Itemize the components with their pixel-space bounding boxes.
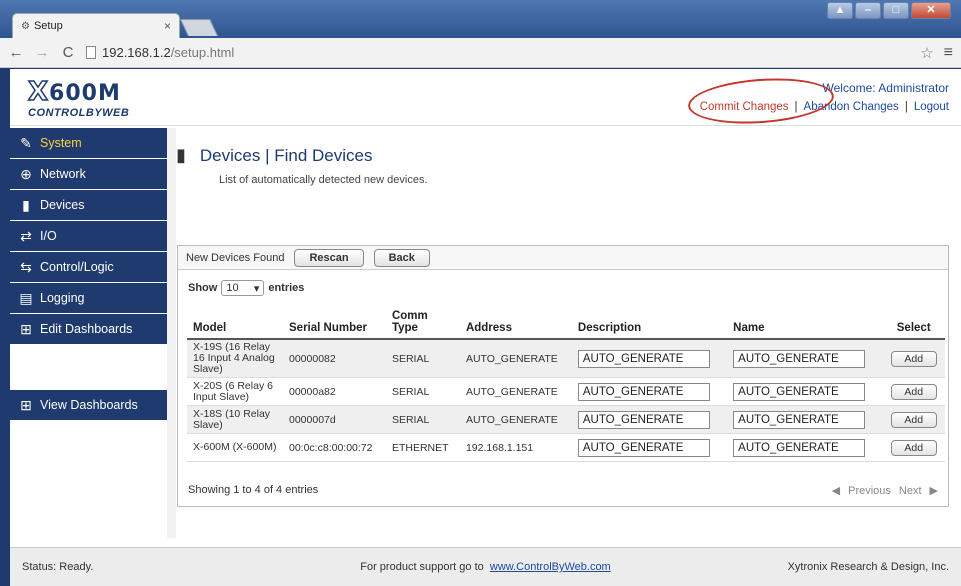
logout-link[interactable]: Logout [914, 101, 949, 113]
add-button[interactable]: Add [890, 350, 937, 367]
globe-icon: ⊕ [20, 165, 32, 182]
page-subtitle: List of automatically detected new devic… [219, 174, 428, 186]
browser-tab[interactable]: ⚙ Setup × [12, 13, 180, 38]
bookmark-star-icon[interactable]: ☆ [920, 44, 933, 62]
add-button[interactable]: Add [890, 411, 937, 428]
table-row: X-18S (10 Relay Slave) 0000007d SERIAL A… [187, 405, 945, 434]
entries-control: Show 10 ▾ entries [188, 280, 305, 296]
devices-panel: New Devices Found Rescan Back Show 10 ▾ … [177, 245, 949, 507]
main-content: ▮ Devices | Find Devices List of automat… [176, 128, 961, 538]
name-input[interactable] [733, 438, 866, 457]
window-controls: ▲ – □ ✕ [827, 2, 951, 19]
sidebar-item-system[interactable]: ✎ System [10, 128, 167, 159]
reload-icon[interactable]: C [60, 44, 76, 61]
add-button[interactable]: Add [890, 439, 937, 456]
column-header-comm-type[interactable]: Comm Type [385, 306, 460, 340]
status-bar: Status: Ready. For product support go to… [10, 547, 961, 586]
sidebar-item-io[interactable]: ⇄ I/O [10, 221, 167, 252]
next-arrow-icon: ▶ [929, 485, 938, 497]
sidebar-item-network[interactable]: ⊕ Network [10, 159, 167, 190]
sidebar-divider [167, 128, 176, 538]
sidebar-item-edit-dashboards[interactable]: ⊞ Edit Dashboards [10, 314, 167, 345]
dropdown-arrow-icon: ▾ [253, 282, 260, 295]
column-header-name[interactable]: Name [727, 306, 883, 340]
user-icon[interactable]: ▲ [827, 2, 853, 19]
separator: | [904, 101, 908, 113]
column-header-serial[interactable]: Serial Number [283, 306, 386, 340]
menu-icon[interactable]: ≡ [944, 44, 953, 62]
pagination: ◀ Previous Next ▶ [831, 484, 938, 498]
company-text: Xytronix Research & Design, Inc. [787, 561, 949, 573]
forward-arrow-icon[interactable]: → [34, 44, 50, 61]
tab-title: Setup [33, 20, 63, 32]
sidebar-item-view-dashboards[interactable]: ⊞ View Dashboards [10, 390, 167, 421]
description-input[interactable] [577, 382, 710, 401]
previous-arrow-icon: ◀ [831, 485, 841, 497]
minimize-icon[interactable]: – [855, 2, 881, 19]
description-input[interactable] [577, 349, 710, 368]
table-row: X-20S (6 Relay 6 Input Slave) 00000a82 S… [187, 377, 945, 406]
next-button[interactable]: Next [899, 485, 922, 497]
new-tab-button[interactable] [180, 19, 218, 36]
sidebar-item-devices[interactable]: ▮ Devices [10, 190, 167, 221]
name-input[interactable] [733, 410, 866, 429]
browser-titlebar: ⚙ Setup × ▲ – □ ✕ [0, 0, 961, 38]
panel-label: New Devices Found [186, 251, 285, 264]
support-link[interactable]: www.ControlByWeb.com [490, 561, 611, 573]
previous-button[interactable]: Previous [848, 485, 891, 497]
logo: X600M CONTROLBYWEB [27, 76, 130, 119]
tab-close-icon[interactable]: × [164, 19, 171, 33]
highlight-oval [686, 73, 836, 129]
support-text: For product support go to www.ControlByW… [360, 561, 611, 573]
address-bar[interactable]: 192.168.1.2/setup.html [86, 42, 910, 64]
name-input[interactable] [733, 382, 866, 401]
browser-toolbar: ← → C 192.168.1.2/setup.html ☆ ≡ [0, 38, 961, 68]
view-dashboard-icon: ⊞ [20, 396, 32, 413]
devices-table: Model Serial Number Comm Type Address De… [187, 306, 945, 462]
logic-icon: ⇆ [20, 258, 32, 275]
page-header: X600M CONTROLBYWEB Welcome: Administrato… [10, 69, 961, 129]
device-icon: ▮ [22, 196, 30, 213]
panel-header: New Devices Found Rescan Back [178, 246, 948, 270]
rescan-button[interactable]: Rescan [294, 248, 364, 267]
url-text: 192.168.1.2/setup.html [102, 45, 235, 60]
table-row: X-19S (16 Relay 16 Input 4 Analog Slave)… [187, 339, 945, 378]
back-button[interactable]: Back [373, 248, 430, 267]
column-header-select[interactable]: Select [882, 306, 945, 340]
close-window-icon[interactable]: ✕ [911, 2, 951, 19]
sidebar: ✎ System ⊕ Network ▮ Devices ⇄ I/O ⇆ Con… [10, 128, 167, 538]
status-text: Status: Ready. [22, 561, 94, 573]
favicon-icon: ⚙ [21, 20, 30, 32]
page: X600M CONTROLBYWEB Welcome: Administrato… [10, 69, 961, 586]
sidebar-item-logging[interactable]: ▤ Logging [10, 283, 167, 314]
column-header-description[interactable]: Description [571, 306, 728, 340]
entries-select[interactable]: 10 ▾ [221, 280, 265, 296]
name-input[interactable] [733, 349, 866, 368]
sidebar-gap [10, 345, 167, 390]
dashboard-icon: ⊞ [20, 320, 32, 337]
maximize-icon[interactable]: □ [883, 2, 909, 19]
table-row: X-600M (X-600M) 00:0c:c8:00:00:72 ETHERN… [187, 433, 945, 462]
add-button[interactable]: Add [890, 383, 937, 400]
device-icon: ▮ [176, 145, 186, 165]
showing-entries-text: Showing 1 to 4 of 4 entries [188, 484, 319, 496]
column-header-address[interactable]: Address [459, 306, 572, 340]
page-title: ▮ Devices | Find Devices [176, 145, 373, 165]
arrows-icon: ⇄ [20, 227, 32, 244]
sidebar-item-control-logic[interactable]: ⇆ Control/Logic [10, 252, 167, 283]
column-header-model[interactable]: Model [187, 306, 283, 340]
log-icon: ▤ [19, 289, 33, 306]
wrench-icon: ✎ [20, 134, 32, 151]
back-arrow-icon[interactable]: ← [8, 44, 24, 61]
welcome-text: Welcome: Administrator [822, 81, 950, 95]
description-input[interactable] [577, 438, 710, 457]
page-icon [86, 46, 96, 59]
description-input[interactable] [577, 410, 710, 429]
